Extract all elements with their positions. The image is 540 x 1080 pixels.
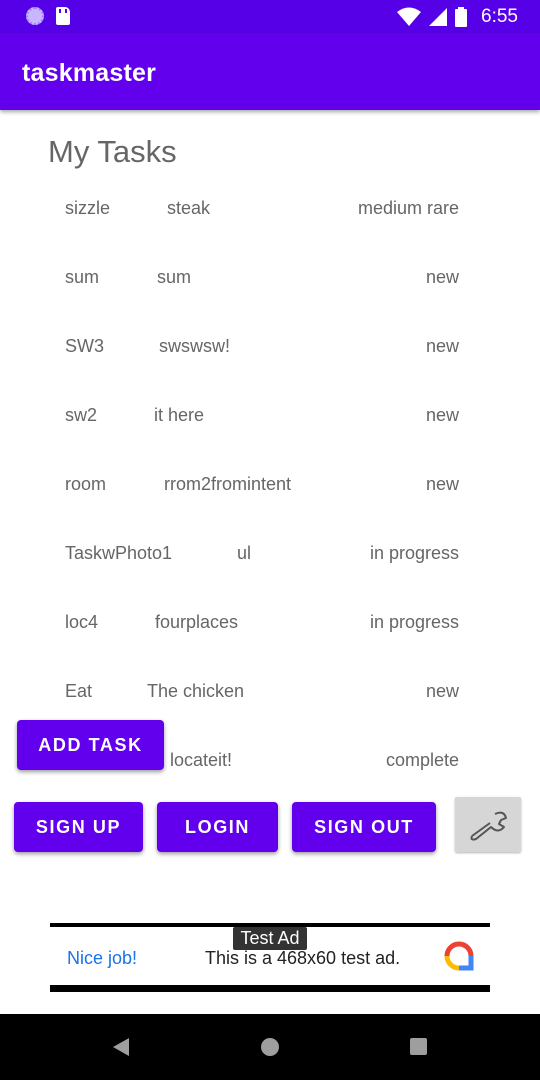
task-state: new [425, 336, 459, 356]
task-title: TaskwPhoto1 [65, 543, 173, 563]
home-icon[interactable] [261, 1038, 279, 1056]
wrench-icon [470, 811, 507, 841]
battery-icon [455, 7, 468, 27]
task-row[interactable]: loc4 fourplaces in progress [0, 612, 540, 642]
task-row[interactable]: sum sum new [0, 267, 540, 297]
task-state: in progress [369, 543, 459, 563]
login-button[interactable]: LOGIN [157, 802, 278, 852]
task-row[interactable]: sizzle steak medium rare [0, 198, 540, 228]
task-title: sum [65, 267, 100, 287]
navigation-bar [0, 1014, 540, 1080]
task-body: it here [154, 405, 205, 425]
task-title: SW3 [65, 336, 105, 356]
task-title: sizzle [65, 198, 111, 218]
task-state: new [425, 405, 459, 425]
task-title: Eat [65, 681, 93, 701]
task-body: steak [167, 198, 211, 218]
sign-out-button[interactable]: SIGN OUT [292, 802, 436, 852]
back-icon[interactable] [113, 1038, 129, 1056]
task-state: complete [385, 750, 459, 770]
add-task-button[interactable]: ADD TASK [17, 720, 164, 770]
sd-card-icon [56, 7, 70, 25]
task-state: new [425, 681, 459, 701]
recents-icon[interactable] [410, 1038, 427, 1055]
ad-nice-job: Nice job! [67, 948, 138, 968]
ad-text: This is a 468x60 test ad. [205, 948, 401, 968]
task-state: new [425, 267, 459, 287]
app-title: taskmaster [22, 59, 157, 87]
task-state: new [425, 474, 459, 494]
task-body: The chicken [147, 681, 245, 701]
task-body: fourplaces [155, 612, 239, 632]
task-row[interactable]: room rrom2fromintent new [0, 474, 540, 504]
task-row[interactable]: Eat The chicken new [0, 681, 540, 711]
settings-button[interactable] [455, 797, 521, 852]
notification-icon [26, 7, 44, 25]
task-body: rrom2fromintent [164, 474, 292, 494]
task-title: loc4 [65, 612, 99, 632]
wifi-icon [397, 7, 422, 26]
task-body: ul [237, 543, 252, 563]
status-time: 6:55 [481, 6, 518, 27]
task-body: swswsw! [159, 336, 230, 356]
ad-label: Test Ad [233, 927, 307, 950]
task-row[interactable]: SW3 swswsw! new [0, 336, 540, 366]
status-bar: 6:55 [0, 0, 540, 33]
task-body: sum [157, 267, 192, 287]
cell-signal-icon [429, 8, 448, 26]
task-body: locateit! [170, 750, 233, 770]
sign-up-button[interactable]: SIGN UP [14, 802, 143, 852]
task-row[interactable]: sw2 it here new [0, 405, 540, 435]
task-state: in progress [369, 612, 459, 632]
app-bar: taskmaster [0, 33, 540, 110]
task-state: medium rare [357, 198, 459, 218]
page-title: My Tasks [48, 134, 177, 169]
task-title: room [65, 474, 107, 494]
ad-logo-icon [444, 941, 474, 971]
task-title: sw2 [65, 405, 98, 425]
task-row[interactable]: TaskwPhoto1 ul in progress [0, 543, 540, 573]
